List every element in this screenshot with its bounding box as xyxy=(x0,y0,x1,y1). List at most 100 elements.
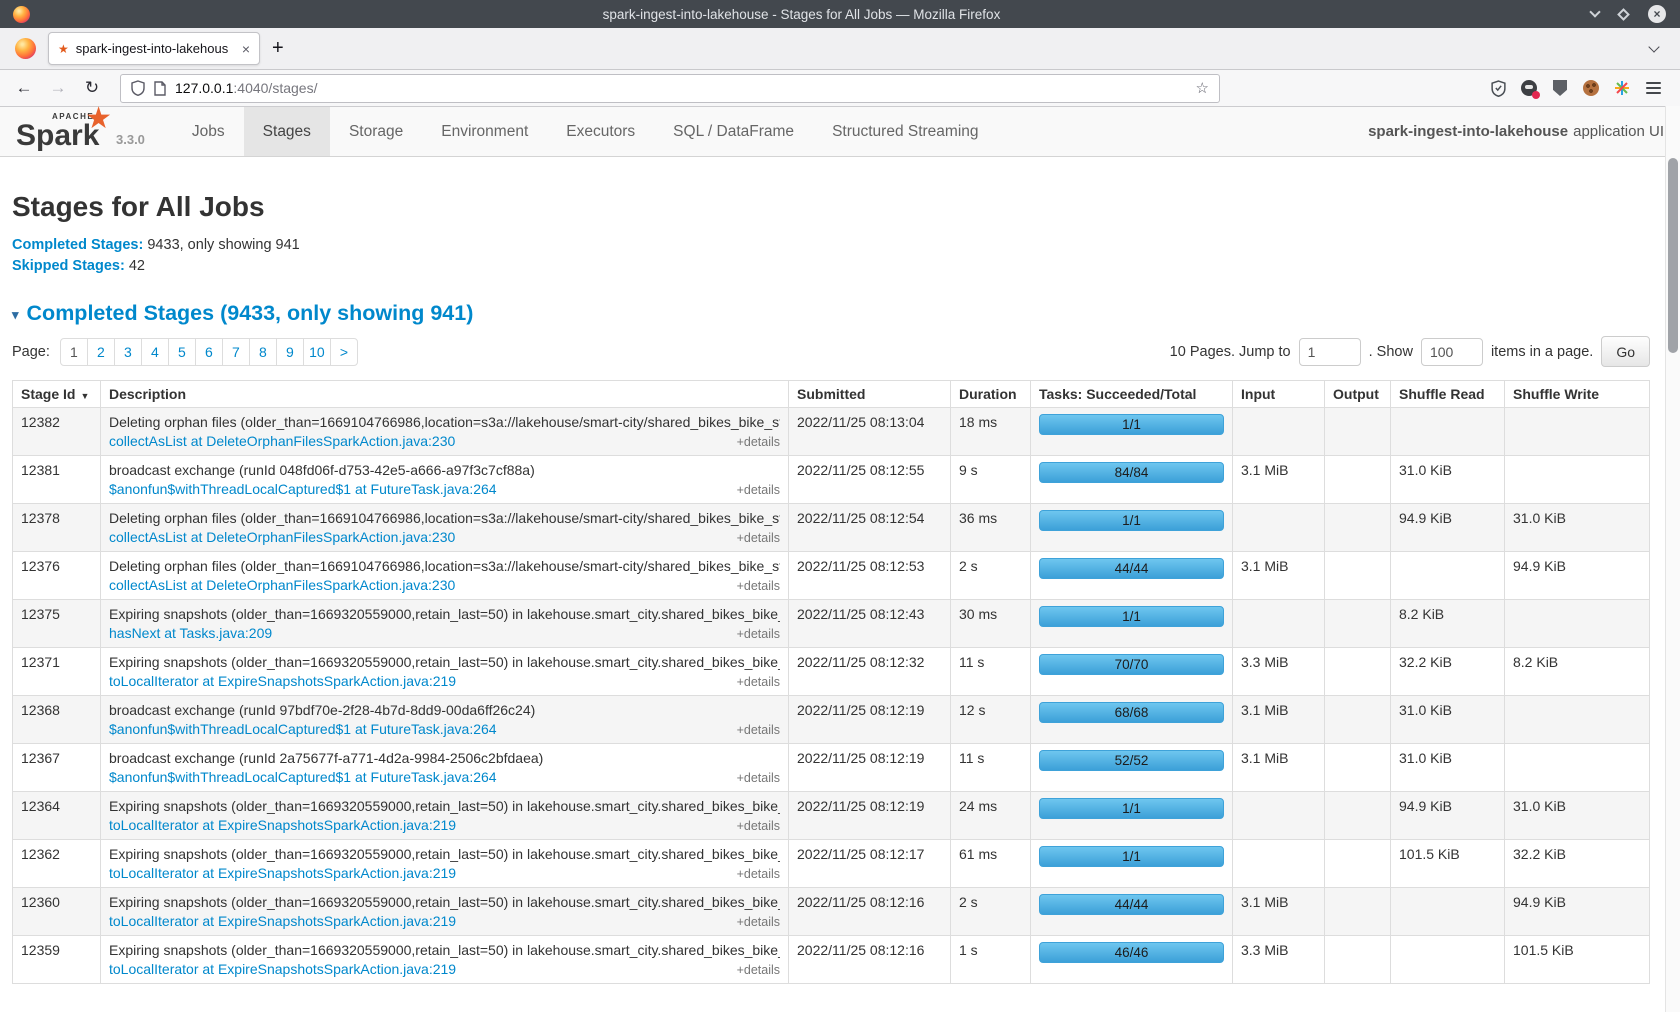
output-cell xyxy=(1325,456,1391,504)
stage-call-site-link[interactable]: collectAsList at DeleteOrphanFilesSparkA… xyxy=(109,433,455,449)
page-button-2[interactable]: 2 xyxy=(87,338,115,366)
details-toggle[interactable]: +details xyxy=(737,627,780,641)
shuffle-read-cell: 94.9 KiB xyxy=(1391,792,1505,840)
details-toggle[interactable]: +details xyxy=(737,675,780,689)
scrollbar-thumb[interactable] xyxy=(1668,158,1678,353)
stage-call-site-link[interactable]: $anonfun$withThreadLocalCaptured$1 at Fu… xyxy=(109,721,497,737)
menu-icon[interactable] xyxy=(1644,79,1662,97)
summary-link[interactable]: Completed Stages: xyxy=(12,237,143,253)
minimize-icon[interactable] xyxy=(1589,6,1600,17)
tab-close-icon[interactable]: × xyxy=(242,42,250,56)
tab-overflow-button[interactable] xyxy=(1650,46,1658,51)
description-cell: Expiring snapshots (older_than=166932055… xyxy=(101,888,789,936)
description-text: Expiring snapshots (older_than=166932055… xyxy=(109,942,780,958)
details-toggle[interactable]: +details xyxy=(737,579,780,593)
nav-tab-environment[interactable]: Environment xyxy=(422,107,547,156)
stage-call-site-link[interactable]: $anonfun$withThreadLocalCaptured$1 at Fu… xyxy=(109,481,497,497)
stage-call-site-link[interactable]: toLocalIterator at ExpireSnapshotsSparkA… xyxy=(109,817,456,833)
jump-to-page-input[interactable] xyxy=(1299,338,1361,366)
task-progress-bar: 1/1 xyxy=(1039,846,1224,867)
stage-call-site-link[interactable]: hasNext at Tasks.java:209 xyxy=(109,625,272,641)
back-button[interactable]: ← xyxy=(10,74,38,102)
ublock-extension-icon[interactable] xyxy=(1551,79,1569,97)
shuffle-read-cell: 31.0 KiB xyxy=(1391,456,1505,504)
forward-button[interactable]: → xyxy=(44,74,72,102)
stage-call-site-link[interactable]: collectAsList at DeleteOrphanFilesSparkA… xyxy=(109,529,455,545)
firefox-view-icon[interactable] xyxy=(15,38,36,59)
completed-stages-section-toggle[interactable]: ▾ Completed Stages (9433, only showing 9… xyxy=(12,301,1650,326)
maximize-icon[interactable] xyxy=(1617,8,1630,21)
description-cell: broadcast exchange (runId 2a75677f-a771-… xyxy=(101,744,789,792)
details-toggle[interactable]: +details xyxy=(737,915,780,929)
page-button-4[interactable]: 4 xyxy=(141,338,169,366)
details-toggle[interactable]: +details xyxy=(737,435,780,449)
details-toggle[interactable]: +details xyxy=(737,483,780,497)
reload-button[interactable]: ↻ xyxy=(78,74,106,102)
nav-tab-storage[interactable]: Storage xyxy=(330,107,422,156)
tab-title: spark-ingest-into-lakehous xyxy=(76,41,235,56)
mask-extension-icon[interactable] xyxy=(1520,79,1538,97)
stage-call-site-link[interactable]: toLocalIterator at ExpireSnapshotsSparkA… xyxy=(109,961,456,977)
page-button-5[interactable]: 5 xyxy=(168,338,196,366)
details-toggle[interactable]: +details xyxy=(737,771,780,785)
description-text: Expiring snapshots (older_than=166932055… xyxy=(109,798,780,814)
bookmark-star-icon[interactable]: ☆ xyxy=(1196,79,1209,97)
column-header-stage-id[interactable]: Stage Id▼ xyxy=(13,381,101,408)
cookie-extension-icon[interactable] xyxy=(1582,79,1600,97)
stage-call-site-link[interactable]: toLocalIterator at ExpireSnapshotsSparkA… xyxy=(109,865,456,881)
stage-call-site-link[interactable]: toLocalIterator at ExpireSnapshotsSparkA… xyxy=(109,673,456,689)
description-detail-line: $anonfun$withThreadLocalCaptured$1 at Fu… xyxy=(109,769,780,785)
details-toggle[interactable]: +details xyxy=(737,867,780,881)
shuffle-write-cell xyxy=(1505,456,1650,504)
go-button[interactable]: Go xyxy=(1601,336,1650,367)
nav-tab-stages[interactable]: Stages xyxy=(244,107,330,156)
page-button-1[interactable]: 1 xyxy=(60,338,88,366)
page-button-6[interactable]: 6 xyxy=(195,338,223,366)
shuffle-read-cell: 32.2 KiB xyxy=(1391,648,1505,696)
nav-tab-executors[interactable]: Executors xyxy=(547,107,654,156)
spark-logo[interactable]: APACHE Spark ★ 3.3.0 xyxy=(10,107,151,156)
scrollbar-track[interactable] xyxy=(1665,106,1680,1012)
table-row: 12381broadcast exchange (runId 048fd06f-… xyxy=(13,456,1650,504)
sort-arrow-icon: ▼ xyxy=(80,391,89,401)
page-button-3[interactable]: 3 xyxy=(114,338,142,366)
url-text: 127.0.0.1:4040/stages/ xyxy=(175,80,1187,96)
details-toggle[interactable]: +details xyxy=(737,531,780,545)
page-info-icon[interactable] xyxy=(154,81,166,96)
page-button-9[interactable]: 9 xyxy=(276,338,304,366)
table-row: 12362Expiring snapshots (older_than=1669… xyxy=(13,840,1650,888)
nav-tab-jobs[interactable]: Jobs xyxy=(173,107,244,156)
summary-link[interactable]: Skipped Stages: xyxy=(12,258,125,274)
output-cell xyxy=(1325,408,1391,456)
browser-tab[interactable]: ★ spark-ingest-into-lakehous × xyxy=(48,32,260,65)
url-path: :4040/stages/ xyxy=(233,80,317,96)
page-button-8[interactable]: 8 xyxy=(249,338,277,366)
stage-call-site-link[interactable]: collectAsList at DeleteOrphanFilesSparkA… xyxy=(109,577,455,593)
description-text: Expiring snapshots (older_than=166932055… xyxy=(109,894,780,910)
new-tab-button[interactable]: + xyxy=(272,37,284,60)
details-toggle[interactable]: +details xyxy=(737,963,780,977)
asterisk-extension-icon[interactable] xyxy=(1613,79,1631,97)
page-button-10[interactable]: 10 xyxy=(303,338,331,366)
tasks-cell: 1/1 xyxy=(1031,408,1233,456)
url-host: 127.0.0.1 xyxy=(175,80,233,96)
url-bar[interactable]: 127.0.0.1:4040/stages/ ☆ xyxy=(120,74,1220,103)
task-progress-bar: 1/1 xyxy=(1039,798,1224,819)
page-button->[interactable]: > xyxy=(330,338,358,366)
nav-tab-sql-dataframe[interactable]: SQL / DataFrame xyxy=(654,107,813,156)
stage-call-site-link[interactable]: toLocalIterator at ExpireSnapshotsSparkA… xyxy=(109,913,456,929)
output-cell xyxy=(1325,936,1391,984)
app-name-suffix: application UI xyxy=(1573,123,1664,140)
column-header-output: Output xyxy=(1325,381,1391,408)
description-detail-line: $anonfun$withThreadLocalCaptured$1 at Fu… xyxy=(109,721,780,737)
details-toggle[interactable]: +details xyxy=(737,819,780,833)
description-text: broadcast exchange (runId 048fd06f-d753-… xyxy=(109,462,780,478)
stage-call-site-link[interactable]: $anonfun$withThreadLocalCaptured$1 at Fu… xyxy=(109,769,497,785)
close-icon[interactable]: × xyxy=(1648,5,1666,23)
nav-tab-structured-streaming[interactable]: Structured Streaming xyxy=(813,107,997,156)
page-button-7[interactable]: 7 xyxy=(222,338,250,366)
shield-check-extension-icon[interactable] xyxy=(1489,79,1507,97)
shield-icon[interactable] xyxy=(131,80,145,96)
details-toggle[interactable]: +details xyxy=(737,723,780,737)
items-per-page-input[interactable] xyxy=(1421,338,1483,366)
